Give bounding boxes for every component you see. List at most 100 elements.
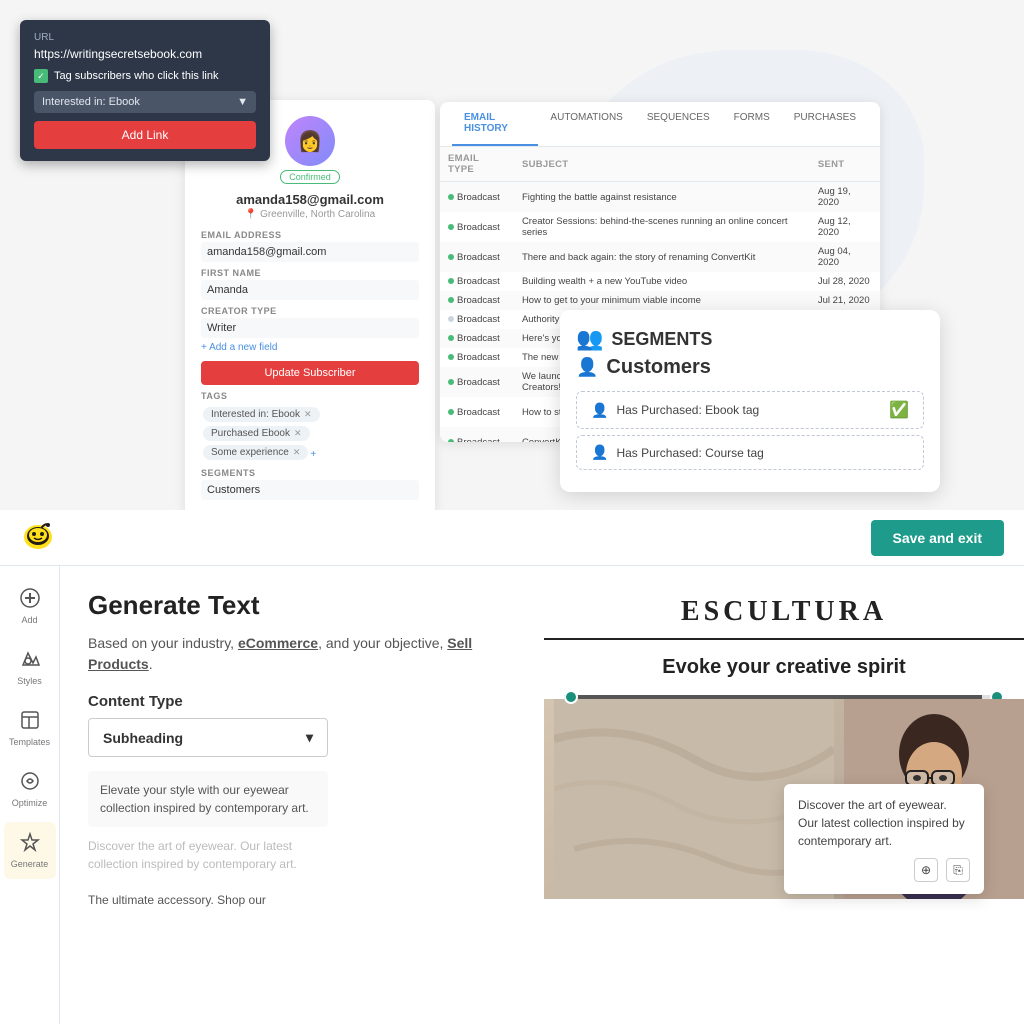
mc-body: Add Styles Templates Optimize [0, 566, 1024, 1024]
add-icon [20, 588, 40, 613]
bottom-section: Save and exit Add Styles Templates [0, 510, 1024, 1024]
sidebar-item-optimize[interactable]: Optimize [4, 761, 56, 818]
check-icon-1: ✅ [889, 400, 909, 420]
sidebar-item-generate[interactable]: Generate [4, 822, 56, 879]
email-sent-cell: Jul 28, 2020 [810, 272, 880, 291]
email-sent-cell: Aug 12, 2020 [810, 212, 880, 242]
add-field-link[interactable]: + Add a new field [201, 342, 277, 353]
text-preview-box: Elevate your style with our eyewear coll… [88, 771, 328, 827]
generate-text-desc: Based on your industry, eCommerce, and y… [88, 633, 516, 675]
segments-title: 👥 SEGMENTS [576, 326, 924, 352]
update-subscriber-button[interactable]: Update Subscriber [201, 361, 419, 385]
slider-dot-left[interactable] [564, 690, 578, 704]
first-name-value: Amanda [201, 280, 419, 300]
optimize-label: Optimize [12, 798, 48, 808]
segments-subtitle: 👤 Customers [576, 356, 924, 379]
sidebar-item-add[interactable]: Add [4, 578, 56, 635]
generate-text-title: Generate Text [88, 590, 516, 621]
templates-label: Templates [9, 737, 50, 747]
industry-link[interactable]: eCommerce [238, 635, 318, 651]
add-link-button[interactable]: Add Link [34, 121, 256, 149]
sidebar-item-styles[interactable]: Styles [4, 639, 56, 696]
styles-icon [20, 649, 40, 674]
email-type-cell: Broadcast [440, 397, 514, 427]
email-subject-cell: There and back again: the story of renam… [514, 242, 810, 272]
segments-overlay: 👥 SEGMENTS 👤 Customers 👤 Has Purchased: … [560, 310, 940, 492]
subscriber-location: 📍 Greenville, North Carolina [201, 209, 419, 220]
url-value: https://writingsecretsebook.com [34, 47, 256, 61]
email-subject-cell: How to get to your minimum viable income [514, 291, 810, 310]
add-label: Add [21, 615, 37, 625]
status-dot [448, 439, 454, 443]
email-subject-cell: Fighting the battle against resistance [514, 182, 810, 213]
person-icon-2: 👤 [591, 444, 608, 461]
first-name-label: FIRST NAME [201, 268, 419, 278]
tag-label: Tag subscribers who click this link [54, 70, 218, 82]
mailchimp-logo [20, 517, 56, 559]
table-row: Broadcast Building wealth + a new YouTub… [440, 272, 880, 291]
ultimate-text: The ultimate accessory. Shop our [88, 893, 516, 907]
tooltip-add-btn[interactable]: ⊕ [914, 858, 938, 882]
subheading-select[interactable]: Subheading ▾ [88, 718, 328, 757]
status-dot [448, 254, 454, 260]
status-dot [448, 316, 454, 322]
segments-icon: 👥 [576, 326, 603, 352]
preview-brand: ESCULTURA [544, 566, 1024, 640]
email-subject-cell: Creator Sessions: behind-the-scenes runn… [514, 212, 810, 242]
creator-type-value: Writer [201, 318, 419, 338]
email-type-cell: Broadcast [440, 242, 514, 272]
email-tabs: EMAIL HISTORY AUTOMATIONS SEQUENCES FORM… [440, 102, 880, 147]
tag-item[interactable]: Interested in: Ebook ✕ [203, 407, 320, 422]
location-icon: 📍 [245, 209, 257, 220]
interested-row[interactable]: Interested in: Ebook ▼ [34, 91, 256, 113]
tab-automations[interactable]: AUTOMATIONS [538, 102, 634, 146]
chevron-down-icon: ▼ [237, 96, 248, 108]
url-popup: URL https://writingsecretsebook.com ✓ Ta… [20, 20, 270, 161]
col-subject: SUBJECT [514, 147, 810, 182]
tooltip-copy-btn[interactable]: ⎘ [946, 858, 970, 882]
status-dot [448, 278, 454, 284]
email-type-cell: Broadcast [440, 329, 514, 348]
tooltip-popup: Discover the art of eyewear. Our latest … [784, 784, 984, 894]
interested-label: Interested in: Ebook [42, 96, 140, 108]
table-row: Broadcast How to get to your minimum via… [440, 291, 880, 310]
tab-forms[interactable]: FORMS [722, 102, 782, 146]
tag-checkbox-row[interactable]: ✓ Tag subscribers who click this link [34, 69, 256, 83]
email-type-cell: Broadcast [440, 310, 514, 329]
mc-preview: ESCULTURA Evoke your creative spirit [544, 566, 1024, 1024]
status-dot [448, 354, 454, 360]
status-dot [448, 409, 454, 415]
segment-row-1[interactable]: 👤 Has Purchased: Ebook tag ✅ [576, 391, 924, 429]
email-sent-cell: Jul 21, 2020 [810, 291, 880, 310]
segment-row-2[interactable]: 👤 Has Purchased: Course tag [576, 435, 924, 470]
confirmed-badge: Confirmed [280, 170, 340, 184]
sidebar-item-templates[interactable]: Templates [4, 700, 56, 757]
email-subject-cell: Building wealth + a new YouTube video [514, 272, 810, 291]
save-exit-button[interactable]: Save and exit [871, 520, 1005, 556]
add-tag-button[interactable]: + [310, 447, 316, 462]
tab-purchases[interactable]: PURCHASES [782, 102, 868, 146]
styles-label: Styles [17, 676, 42, 686]
subscriber-card: 👩 Confirmed amanda158@gmail.com 📍 Greenv… [185, 100, 435, 510]
status-dot [448, 379, 454, 385]
table-row: Broadcast There and back again: the stor… [440, 242, 880, 272]
tab-sequences[interactable]: SEQUENCES [635, 102, 722, 146]
templates-icon [20, 710, 40, 735]
tab-email-history[interactable]: EMAIL HISTORY [452, 102, 538, 146]
url-label: URL [34, 32, 256, 43]
segments-value: Customers [201, 480, 419, 500]
tags-container: Interested in: Ebook ✕ Purchased Ebook ✕… [201, 405, 419, 462]
mc-header: Save and exit [0, 510, 1024, 566]
email-type-cell: Broadcast [440, 291, 514, 310]
table-row: Broadcast Creator Sessions: behind-the-s… [440, 212, 880, 242]
tag-item[interactable]: Some experience ✕ [203, 445, 308, 460]
tags-label: TAGS [201, 391, 419, 401]
chevron-down-icon: ▾ [306, 729, 313, 746]
generate-label: Generate [11, 859, 49, 869]
col-sent: SENT [810, 147, 880, 182]
mailchimp-logo-icon [20, 517, 56, 553]
tag-item[interactable]: Purchased Ebook ✕ [203, 426, 310, 441]
status-dot [448, 224, 454, 230]
status-dot [448, 194, 454, 200]
avatar: 👩 [285, 116, 335, 166]
